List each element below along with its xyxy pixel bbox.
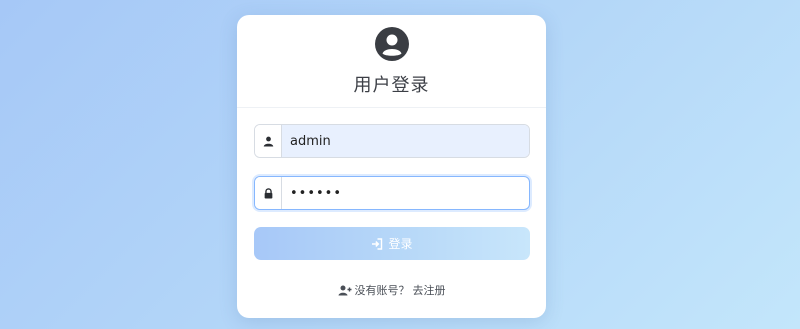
page-title: 用户登录 <box>353 75 430 96</box>
username-input[interactable] <box>282 125 529 157</box>
user-plus-icon <box>338 285 351 295</box>
password-input[interactable] <box>282 177 529 209</box>
sign-in-icon <box>372 237 383 250</box>
login-button[interactable]: 登录 <box>254 227 530 260</box>
register-prompt: 没有账号？ 去注册 <box>237 282 546 298</box>
lock-icon <box>255 177 282 209</box>
login-card: 用户登录 登录 没有账号？ <box>237 15 546 318</box>
user-circle-icon <box>375 27 409 61</box>
user-icon <box>255 125 282 157</box>
password-field <box>254 176 530 210</box>
register-link[interactable]: 去注册 <box>413 282 446 298</box>
register-text: 没有账号？ <box>354 284 410 297</box>
login-button-label: 登录 <box>388 237 413 251</box>
login-header: 用户登录 <box>237 15 546 108</box>
username-field <box>254 124 530 158</box>
